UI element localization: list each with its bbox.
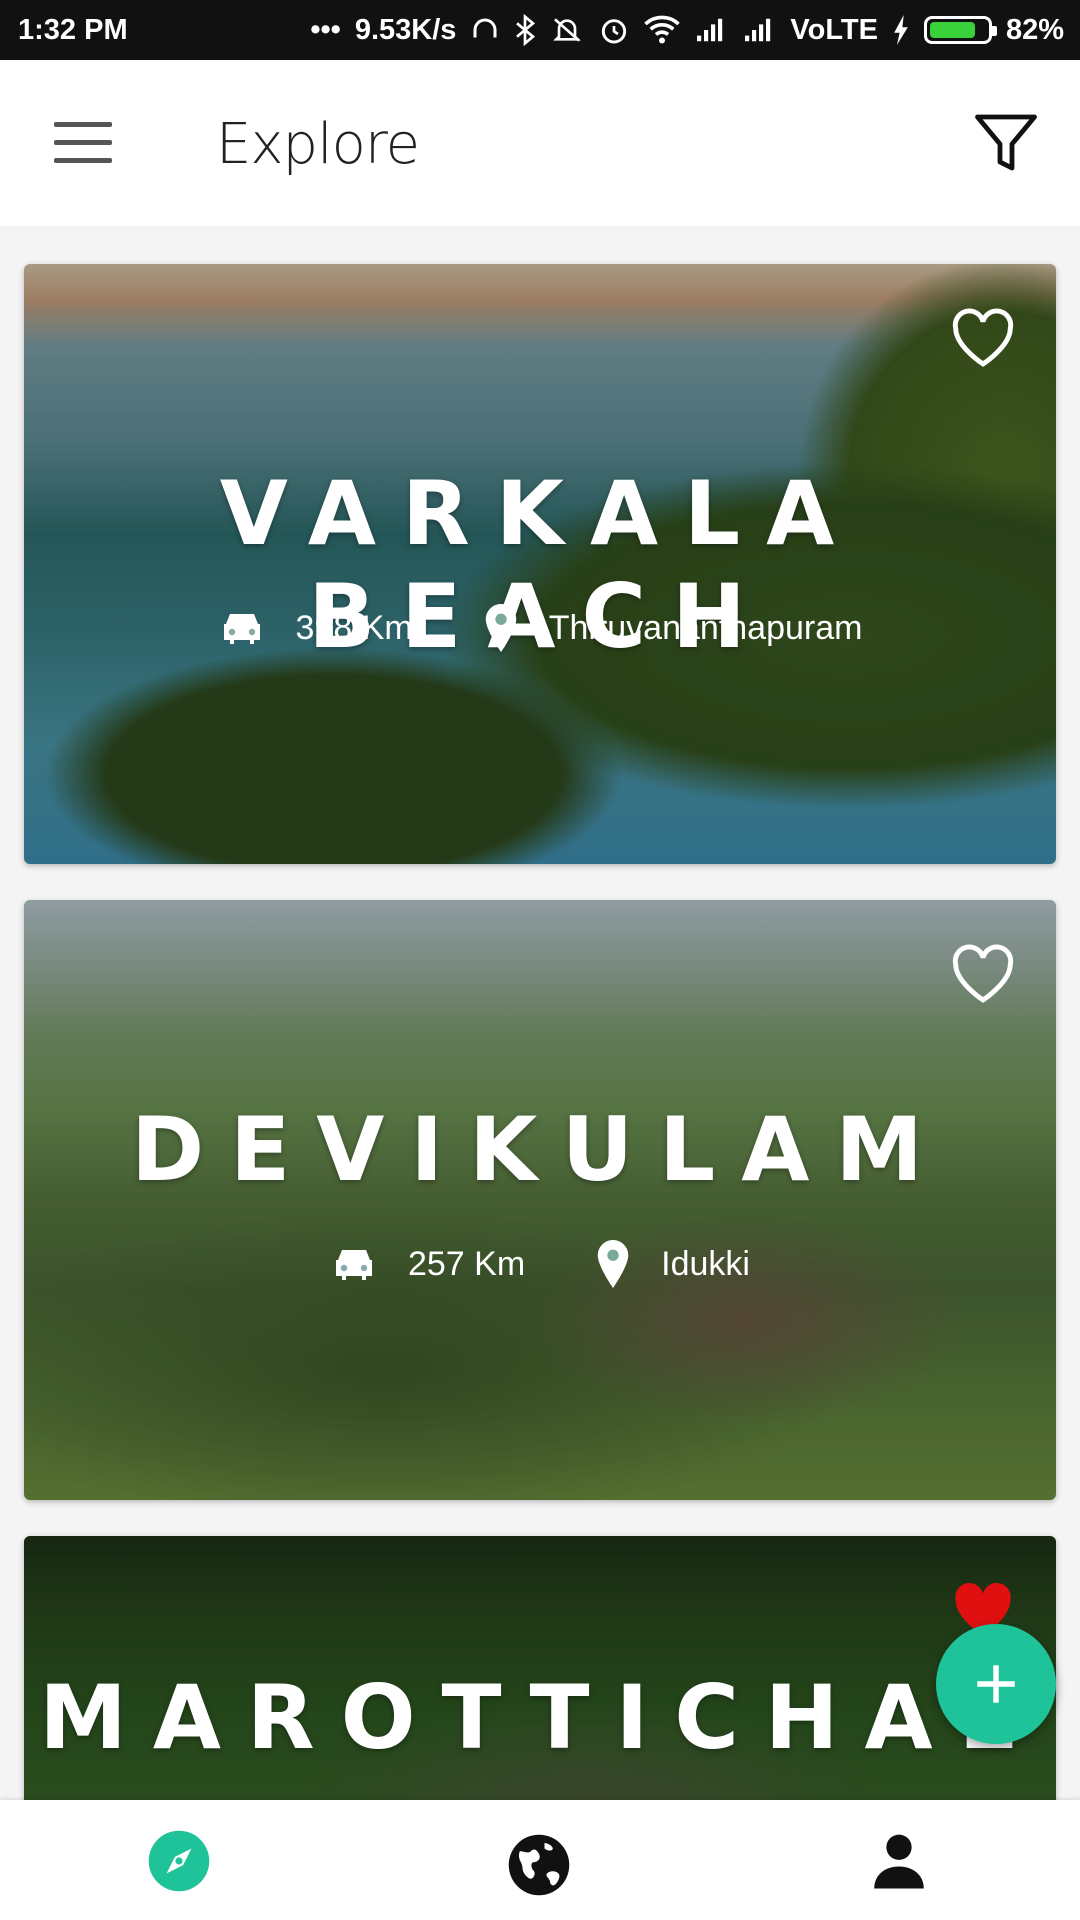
bottom-navigation xyxy=(0,1800,1080,1920)
bluetooth-icon xyxy=(516,14,536,46)
nav-globe[interactable] xyxy=(506,1832,572,1898)
status-time: 1:32 PM xyxy=(18,13,128,46)
filter-icon[interactable] xyxy=(970,108,1042,180)
signal-icon xyxy=(745,18,771,42)
battery-percent: 82% xyxy=(1005,13,1064,46)
location-pin-icon xyxy=(485,604,516,652)
nav-profile[interactable] xyxy=(866,1828,932,1894)
compass-icon xyxy=(148,1830,210,1892)
location-text: Idukki xyxy=(661,1244,750,1283)
status-icons: ••• 9.53K/s VoLTE 82% xyxy=(310,14,1064,47)
nav-explore[interactable] xyxy=(146,1828,212,1894)
alarm-icon xyxy=(602,19,627,44)
battery-level xyxy=(929,22,975,38)
app-bar: Explore xyxy=(0,60,1080,226)
location-pin-icon xyxy=(597,1240,629,1288)
page-title: Explore xyxy=(216,112,420,177)
network-speed: 9.53K/s xyxy=(354,13,457,46)
car-icon xyxy=(223,614,260,644)
battery-icon xyxy=(923,16,997,44)
distance-text: 398 Km xyxy=(295,608,413,647)
silent-bell-icon xyxy=(553,18,582,42)
network-type: VoLTE xyxy=(790,13,878,46)
globe-icon xyxy=(508,1834,570,1896)
person-icon xyxy=(874,1834,924,1889)
car-icon xyxy=(335,1250,372,1280)
distance-text: 257 Km xyxy=(407,1244,526,1283)
wifi-icon xyxy=(644,15,681,44)
more-dots-icon: ••• xyxy=(310,13,341,46)
add-fab-button[interactable] xyxy=(936,1624,1056,1744)
place-card-marottichal[interactable]: MAROTTICHAL xyxy=(24,1536,1056,1836)
status-bar: 1:32 PM ••• 9.53K/s VoLTE 82% xyxy=(0,0,1080,60)
location-text: Thiruvananthapuram xyxy=(548,608,863,647)
signal-icon xyxy=(697,18,723,42)
place-name: MAROTTICHAL xyxy=(39,1666,1041,1769)
place-card-varkala-beach[interactable]: VARKALA BEACH 398 Km Thiruvananthapuram xyxy=(24,264,1056,864)
place-meta: 398 Km Thiruvananthapuram xyxy=(24,604,1056,652)
hamburger-menu-icon[interactable] xyxy=(54,122,112,163)
favorite-heart-icon[interactable] xyxy=(950,944,1016,1004)
favorite-heart-icon[interactable] xyxy=(950,308,1016,368)
place-meta: 257 Km Idukki xyxy=(24,1240,1056,1288)
plus-icon xyxy=(977,1665,1015,1703)
charging-icon xyxy=(894,15,908,45)
place-name: DEVIKULAM xyxy=(131,1098,949,1201)
place-card-devikulam[interactable]: DEVIKULAM 257 Km Idukki xyxy=(24,900,1056,1500)
headphones-icon xyxy=(473,18,497,38)
